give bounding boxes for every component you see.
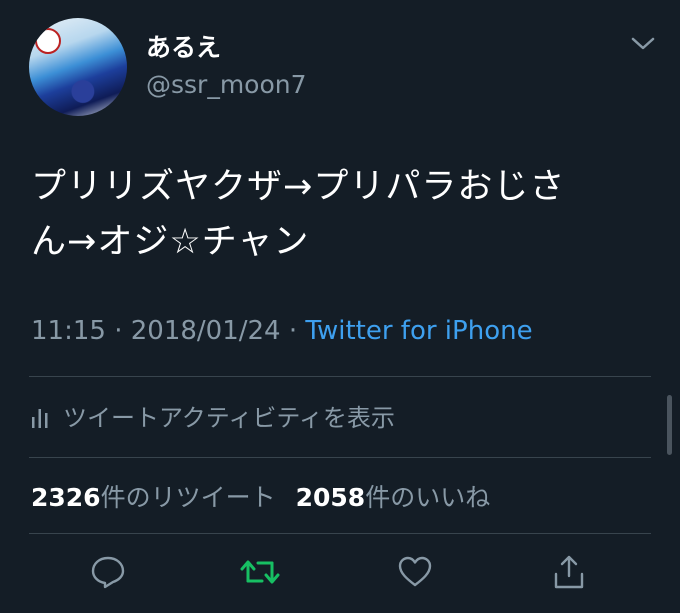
- like-label: 件のいいね: [365, 483, 491, 512]
- reply-button[interactable]: [88, 552, 128, 592]
- retweet-label: 件のリツイート: [100, 483, 276, 512]
- tweet-stats: 2326件のリツイート 2058件のいいね: [31, 478, 490, 514]
- scrollbar[interactable]: [667, 395, 672, 455]
- chevron-down-icon[interactable]: [628, 34, 658, 54]
- tweet-activity-label: ツイートアクティビティを表示: [63, 404, 395, 432]
- tweet-actions: [0, 552, 680, 597]
- avatar-badge-icon: [35, 28, 61, 54]
- tweet-text: プリリズヤクザ→プリパラおじさ ん→オジ☆チャン: [31, 167, 566, 262]
- heart-icon: [398, 556, 432, 587]
- tweet-activity-link[interactable]: ツイートアクティビティを表示: [31, 398, 395, 433]
- display-name[interactable]: あるえ: [146, 28, 221, 64]
- retweet-stat[interactable]: 2326件のリツイート: [31, 483, 276, 512]
- tweet-date: 2018/01/24: [130, 316, 281, 346]
- tweet-meta: 11:15 · 2018/01/24 · Twitter for iPhone: [31, 316, 533, 346]
- reply-icon: [91, 556, 125, 589]
- retweet-count: 2326: [31, 483, 101, 512]
- retweet-icon: [240, 560, 280, 584]
- user-handle[interactable]: @ssr_moon7: [146, 70, 307, 99]
- retweet-button[interactable]: [240, 552, 280, 592]
- divider: [29, 533, 651, 534]
- share-button[interactable]: [549, 552, 589, 592]
- like-stat[interactable]: 2058件のいいね: [296, 483, 491, 512]
- divider: [29, 457, 651, 458]
- avatar[interactable]: [29, 18, 127, 116]
- meta-separator: ·: [288, 316, 298, 346]
- tweet-source-link[interactable]: Twitter for iPhone: [305, 316, 532, 346]
- tweet-time: 11:15: [31, 316, 106, 346]
- bar-chart-icon: [32, 408, 48, 428]
- meta-separator: ·: [114, 316, 123, 346]
- like-button[interactable]: [395, 552, 435, 592]
- like-count: 2058: [295, 483, 366, 512]
- divider: [29, 376, 651, 377]
- share-icon: [554, 555, 584, 589]
